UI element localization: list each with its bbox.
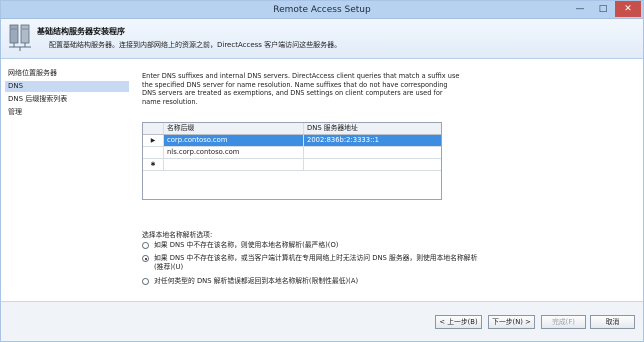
radio-strictest[interactable] <box>142 242 149 249</box>
wizard-nav: 网络位置服务器 DNS DNS 后缀搜索列表 管理 <box>1 60 132 300</box>
option-least-restrictive-label[interactable]: 对任何类型的 DNS 解析错误都返回到本地名称解析(限制性最低)(A) <box>154 277 484 286</box>
remote-access-setup-window: Remote Access Setup — □ ✕ 基础结构服务器安装程序 配置… <box>0 0 644 342</box>
next-button[interactable]: 下一步(N) > <box>488 315 535 329</box>
table-row-new[interactable]: ✱ <box>143 159 441 171</box>
dns-description: Enter DNS suffixes and internal DNS serv… <box>142 72 460 106</box>
suffix-cell[interactable]: corp.contoso.com <box>164 135 304 146</box>
grid-header-row: 名称后缀 DNS 服务器地址 <box>143 123 441 135</box>
radio-recommended[interactable] <box>142 255 149 262</box>
table-row[interactable]: nls.corp.contoso.com <box>143 147 441 159</box>
maximize-button[interactable]: □ <box>592 1 614 17</box>
option-recommended-label[interactable]: 如果 DNS 中不存在该名称，或当客户端计算机在专用网络上时无法访问 DNS 服… <box>154 254 484 271</box>
back-button[interactable]: < 上一步(B) <box>435 315 482 329</box>
suffix-cell[interactable]: nls.corp.contoso.com <box>164 147 304 158</box>
dns-suffix-grid[interactable]: 名称后缀 DNS 服务器地址 ▶ corp.contoso.com 2002:8… <box>142 122 442 200</box>
nav-item-network-location-server[interactable]: 网络位置服务器 <box>5 68 129 79</box>
nav-item-management[interactable]: 管理 <box>5 107 129 118</box>
column-header-dns-address[interactable]: DNS 服务器地址 <box>304 123 441 134</box>
nav-item-dns[interactable]: DNS <box>5 81 129 92</box>
dns-address-cell[interactable]: 2002:836b:2:3333::1 <box>304 135 441 146</box>
minimize-button[interactable]: — <box>569 1 591 17</box>
row-selector-icon[interactable]: ▶ <box>143 135 164 146</box>
wizard-header: 基础结构服务器安装程序 配置基础结构服务器。连接到内部网络上的资源之前，Dire… <box>1 19 643 59</box>
finish-button[interactable]: 完成(F) <box>541 315 586 329</box>
wizard-footer: < 上一步(B) 下一步(N) > 完成(F) 取消 <box>1 301 643 341</box>
suffix-cell[interactable] <box>164 159 304 170</box>
dns-address-cell[interactable] <box>304 147 441 158</box>
radio-least-restrictive[interactable] <box>142 278 149 285</box>
nav-item-dns-suffix-search-list[interactable]: DNS 后缀搜索列表 <box>5 94 129 105</box>
window-title: Remote Access Setup <box>273 5 371 15</box>
table-row[interactable]: ▶ corp.contoso.com 2002:836b:2:3333::1 <box>143 135 441 147</box>
option-strictest-label[interactable]: 如果 DNS 中不存在该名称，则使用本地名称解析(最严格)(O) <box>154 241 484 250</box>
dns-address-cell[interactable] <box>304 159 441 170</box>
cancel-button[interactable]: 取消 <box>590 315 635 329</box>
resolution-options-label: 选择本地名称解析选项: <box>142 231 213 239</box>
server-network-icon <box>7 23 33 53</box>
wizard-title: 基础结构服务器安装程序 <box>37 27 125 36</box>
column-header-suffix[interactable]: 名称后缀 <box>164 123 304 134</box>
row-selector-icon[interactable] <box>143 147 164 158</box>
wizard-subtitle: 配置基础结构服务器。连接到内部网络上的资源之前，DirectAccess 客户端… <box>49 41 342 49</box>
row-header-cell <box>143 123 164 134</box>
close-button[interactable]: ✕ <box>615 1 641 17</box>
new-row-icon[interactable]: ✱ <box>143 159 164 170</box>
title-bar[interactable]: Remote Access Setup — □ ✕ <box>1 1 643 19</box>
